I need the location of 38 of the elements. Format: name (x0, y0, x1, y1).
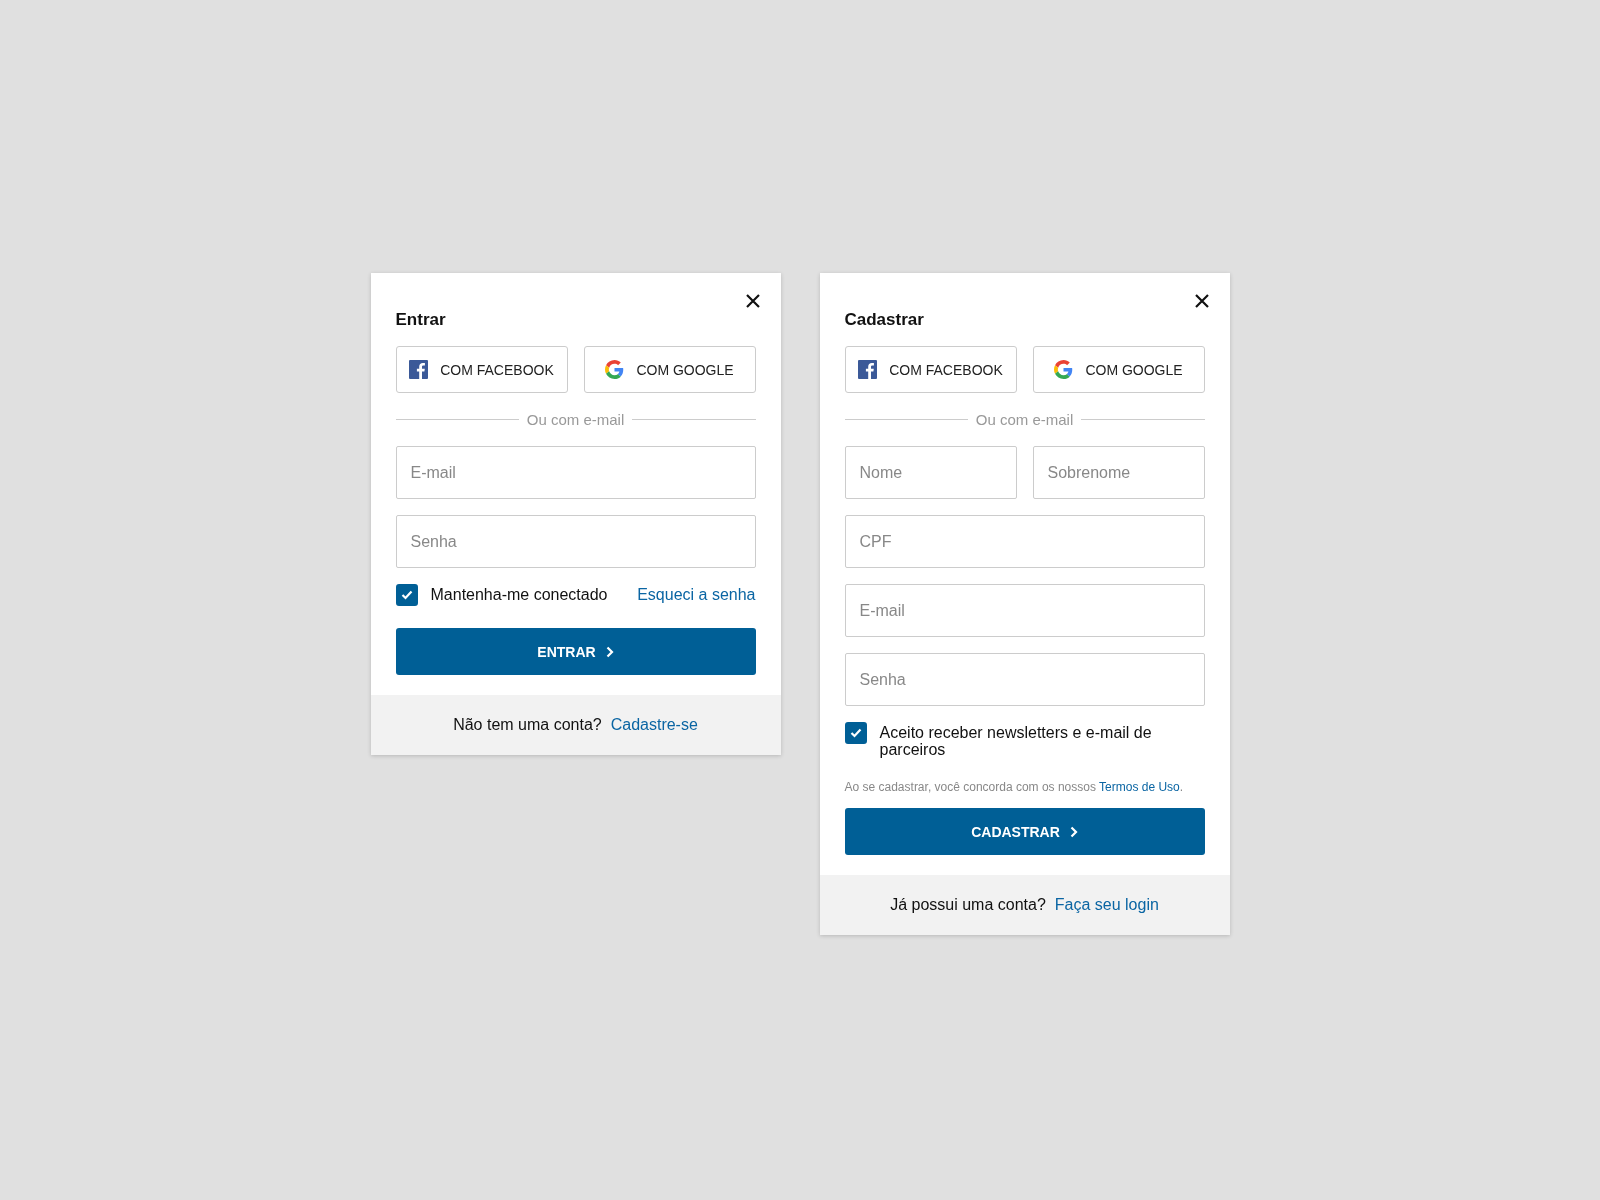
submit-button[interactable]: ENTRAR (395, 628, 756, 675)
google-icon (1054, 360, 1074, 379)
dialog-title: Entrar (395, 310, 447, 330)
checkbox[interactable] (395, 584, 418, 606)
terms-text: Ao se cadastrar, você concorda com os nossos Termos de Uso. (844, 780, 1185, 794)
input-field[interactable]: E-mail (844, 584, 1205, 637)
close-icon[interactable] (1193, 293, 1210, 309)
input-field[interactable]: CPF (844, 515, 1205, 568)
forgot-password-link[interactable]: Esqueci a senha (637, 584, 756, 604)
social-login-button[interactable]: COM FACEBOOK (395, 346, 568, 393)
close-icon[interactable] (744, 293, 761, 309)
input-field[interactable]: Nome (844, 446, 1017, 499)
chevron-icon (605, 645, 614, 658)
google-icon (605, 360, 625, 379)
checkbox-label: Mantenha-me conectado (430, 585, 608, 603)
footer-text: Já possui uma conta? (890, 896, 1046, 914)
social-login-button[interactable]: COM GOOGLE (583, 346, 756, 393)
social-login-button[interactable]: COM FACEBOOK (844, 346, 1017, 393)
submit-button[interactable]: CADASTRAR (844, 808, 1205, 855)
input-field[interactable]: E-mail (395, 446, 756, 499)
checkbox[interactable] (844, 722, 867, 744)
input-field[interactable]: Sobrenome (1032, 446, 1205, 499)
chevron-icon (1069, 825, 1078, 838)
footer-link[interactable]: Cadastre-se (610, 716, 698, 734)
footer-link[interactable]: Faça seu login (1054, 896, 1159, 914)
facebook-icon (409, 360, 429, 379)
check-icon (849, 728, 862, 738)
footer-text: Não tem uma conta? (453, 716, 602, 734)
input-field[interactable]: Senha (844, 653, 1205, 706)
facebook-icon (858, 360, 878, 379)
divider-text: Ou com e-mail (975, 411, 1074, 428)
divider-text: Ou com e-mail (526, 411, 625, 428)
check-icon (400, 590, 413, 600)
checkbox-label: Aceito receber newsletters e e-mail de parceiros (879, 723, 1153, 758)
social-login-button[interactable]: COM GOOGLE (1032, 346, 1205, 393)
input-field[interactable]: Senha (395, 515, 756, 568)
terms-link[interactable]: Termos de Uso (1099, 780, 1180, 794)
dialog-title: Cadastrar (844, 310, 925, 330)
